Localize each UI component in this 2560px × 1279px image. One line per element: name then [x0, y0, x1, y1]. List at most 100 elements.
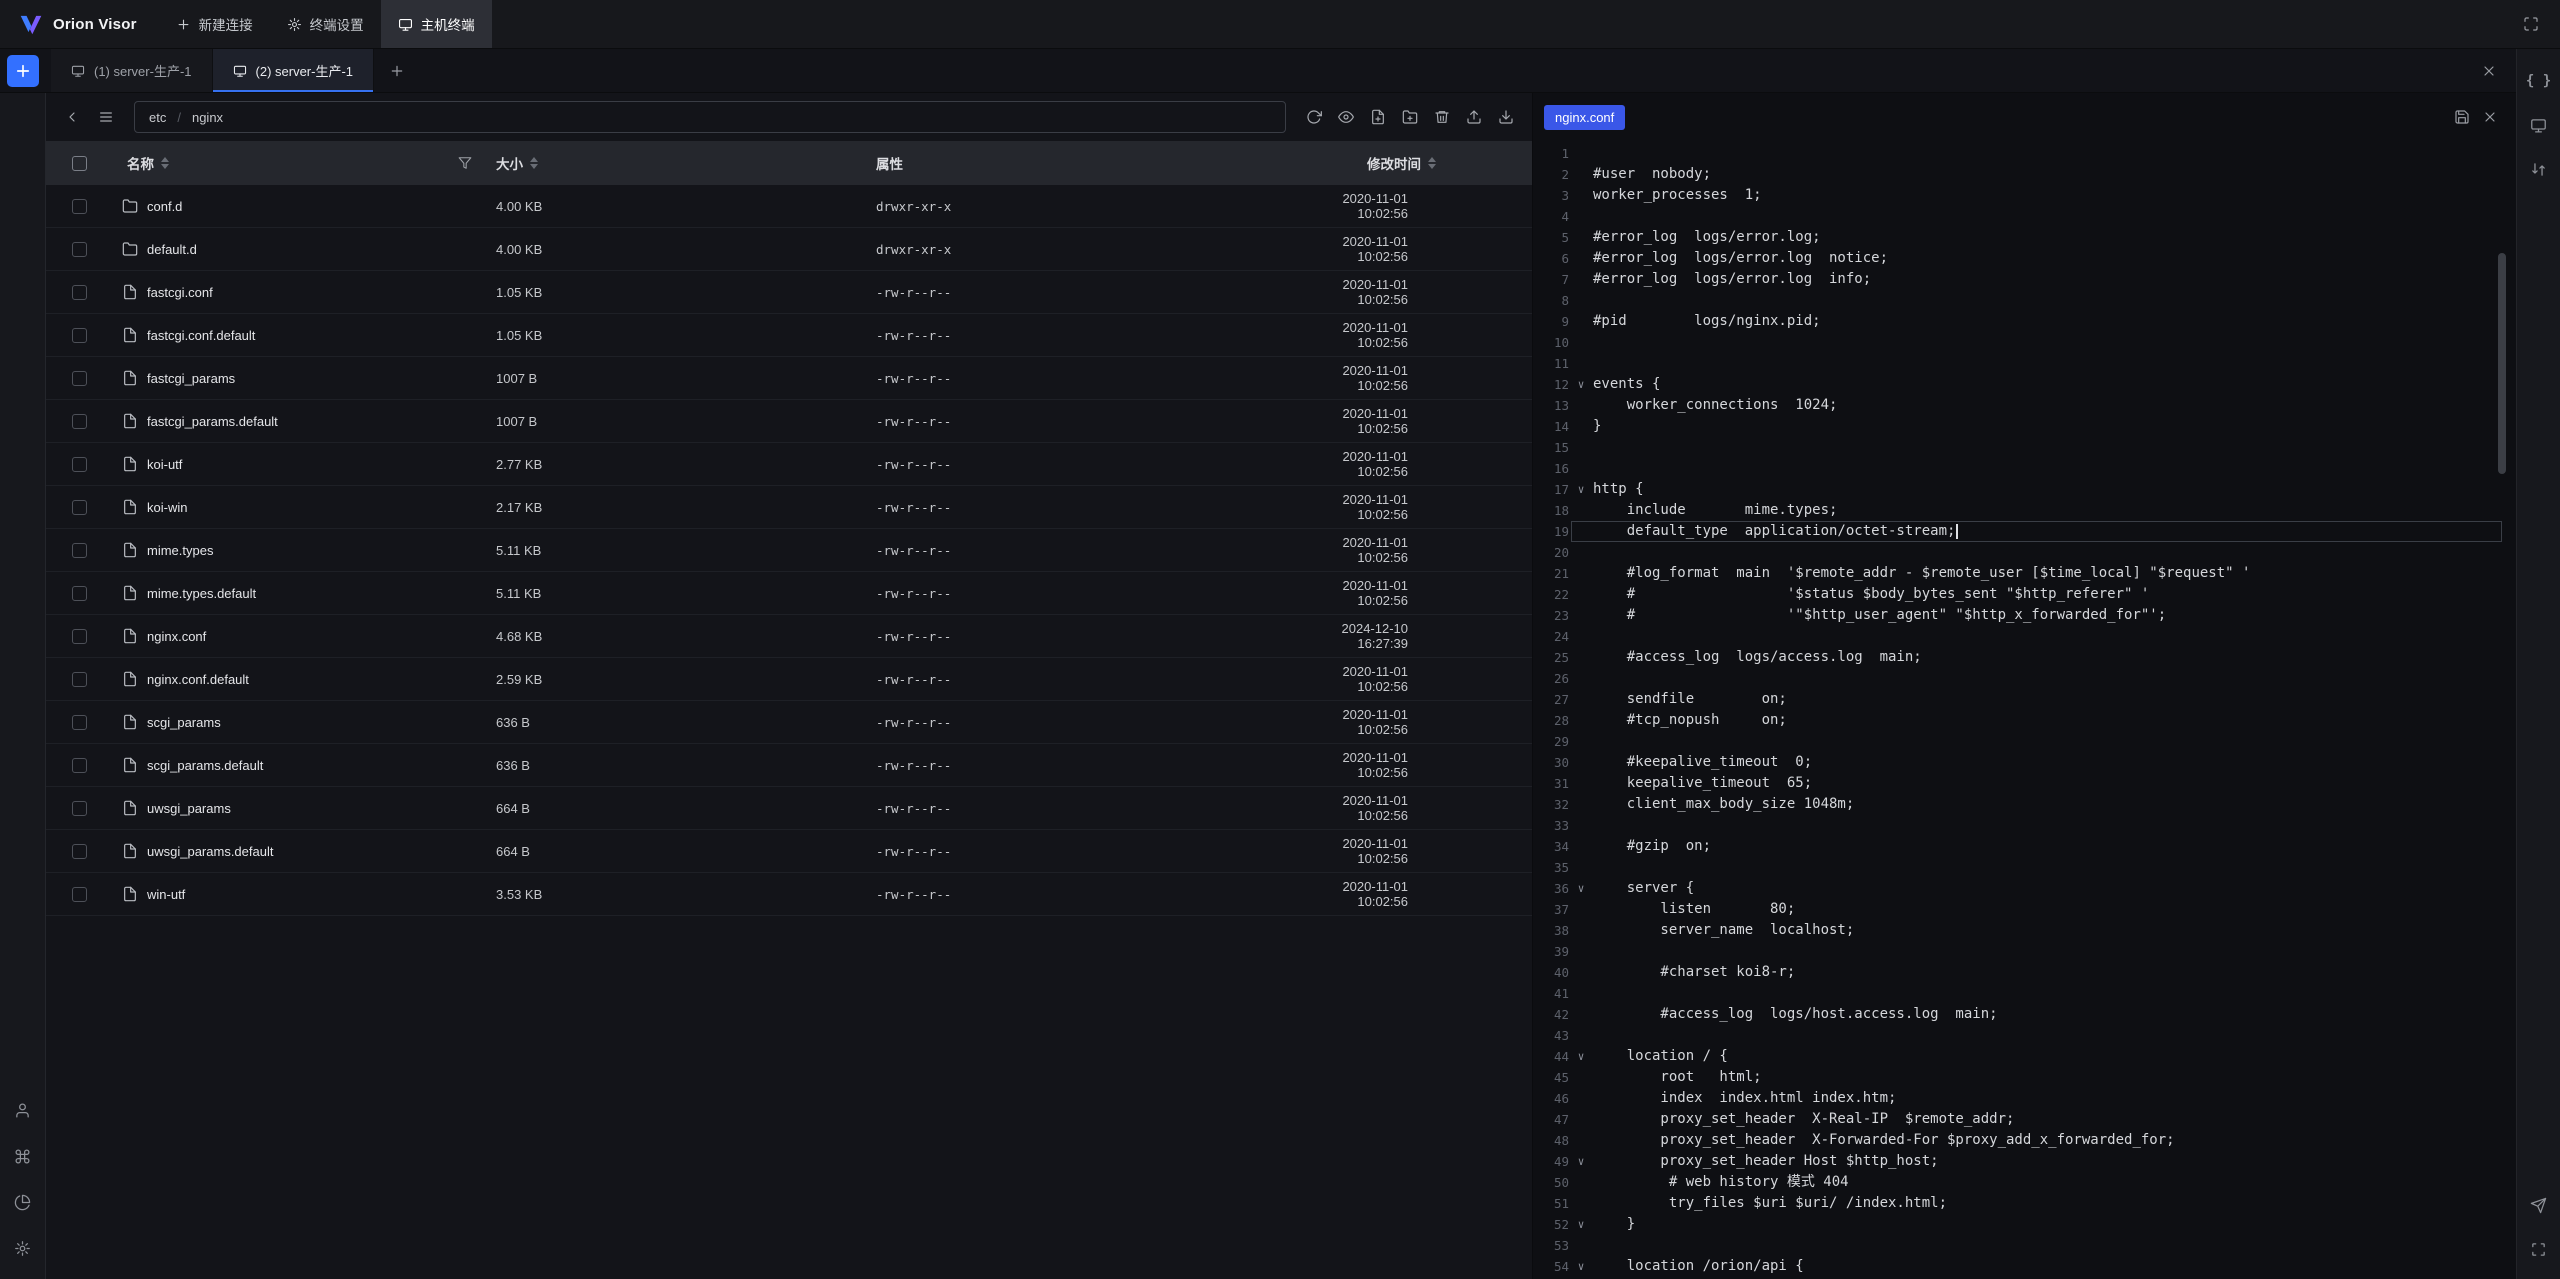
code-line[interactable]: 19 default_type application/octet-stream…	[1533, 521, 2516, 542]
code-line[interactable]: 40 #charset koi8-r;	[1533, 962, 2516, 983]
breadcrumb-item-nginx[interactable]: nginx	[192, 110, 223, 125]
code-line[interactable]: 12∨events {	[1533, 374, 2516, 395]
tab-server-1[interactable]: (1) server-生产-1	[51, 49, 213, 92]
new-connection-tile-button[interactable]	[7, 55, 39, 87]
file-name[interactable]: koi-win	[147, 500, 187, 515]
row-checkbox[interactable]	[72, 285, 87, 300]
fold-chevron-icon[interactable]: ∨	[1569, 1214, 1593, 1235]
file-name[interactable]: uwsgi_params.default	[147, 844, 273, 859]
row-checkbox[interactable]	[72, 801, 87, 816]
menu-item-host-terminal[interactable]: 主机终端	[381, 0, 492, 48]
table-row[interactable]: uwsgi_params.default 664 B -rw-r--r-- 20…	[46, 830, 1532, 873]
editor-scrollbar[interactable]	[2498, 253, 2506, 474]
sort-name-icon[interactable]	[161, 157, 169, 169]
code-line[interactable]: 25 #access_log logs/access.log main;	[1533, 647, 2516, 668]
fold-chevron-icon[interactable]: ∨	[1569, 374, 1593, 395]
row-checkbox[interactable]	[72, 672, 87, 687]
code-line[interactable]: 4	[1533, 206, 2516, 227]
code-line[interactable]: 24	[1533, 626, 2516, 647]
code-line[interactable]: 50 # web history 模式 404	[1533, 1172, 2516, 1193]
code-line[interactable]: 8	[1533, 290, 2516, 311]
tab-server-2[interactable]: (2) server-生产-1	[213, 49, 375, 92]
row-checkbox[interactable]	[72, 500, 87, 515]
file-name[interactable]: conf.d	[147, 199, 182, 214]
code-line[interactable]: 51 try_files $uri $uri/ /index.html;	[1533, 1193, 2516, 1214]
code-line[interactable]: 14}	[1533, 416, 2516, 437]
table-row[interactable]: mime.types.default 5.11 KB -rw-r--r-- 20…	[46, 572, 1532, 615]
file-name[interactable]: win-utf	[147, 887, 185, 902]
code-line[interactable]: 11	[1533, 353, 2516, 374]
file-name[interactable]: scgi_params	[147, 715, 221, 730]
add-tab-button[interactable]	[382, 56, 412, 86]
code-line[interactable]: 21 #log_format main '$remote_addr - $rem…	[1533, 563, 2516, 584]
row-checkbox[interactable]	[72, 328, 87, 343]
table-row[interactable]: win-utf 3.53 KB -rw-r--r-- 2020-11-01 10…	[46, 873, 1532, 916]
row-checkbox[interactable]	[72, 715, 87, 730]
save-button[interactable]	[2448, 103, 2476, 131]
code-line[interactable]: 41	[1533, 983, 2516, 1004]
file-name[interactable]: nginx.conf	[147, 629, 206, 644]
fold-chevron-icon[interactable]: ∨	[1569, 1151, 1593, 1172]
code-line[interactable]: 9#pid logs/nginx.pid;	[1533, 311, 2516, 332]
code-line[interactable]: 17∨http {	[1533, 479, 2516, 500]
code-line[interactable]: 52∨ }	[1533, 1214, 2516, 1235]
code-line[interactable]: 5#error_log logs/error.log;	[1533, 227, 2516, 248]
code-line[interactable]: 47 proxy_set_header X-Real-IP $remote_ad…	[1533, 1109, 2516, 1130]
table-row[interactable]: scgi_params 636 B -rw-r--r-- 2020-11-01 …	[46, 701, 1532, 744]
table-row[interactable]: default.d 4.00 KB drwxr-xr-x 2020-11-01 …	[46, 228, 1532, 271]
user-info-button[interactable]	[0, 1087, 46, 1133]
file-name[interactable]: fastcgi.conf.default	[147, 328, 255, 343]
table-row[interactable]: fastcgi.conf 1.05 KB -rw-r--r-- 2020-11-…	[46, 271, 1532, 314]
row-checkbox[interactable]	[72, 414, 87, 429]
table-row[interactable]: fastcgi_params 1007 B -rw-r--r-- 2020-11…	[46, 357, 1532, 400]
fold-chevron-icon[interactable]: ∨	[1569, 1256, 1593, 1277]
sort-size-icon[interactable]	[530, 157, 538, 169]
file-name[interactable]: nginx.conf.default	[147, 672, 249, 687]
code-line[interactable]: 26	[1533, 668, 2516, 689]
row-checkbox[interactable]	[72, 457, 87, 472]
upload-button[interactable]	[1460, 103, 1488, 131]
code-line[interactable]: 37 listen 80;	[1533, 899, 2516, 920]
code-line[interactable]: 22 # '$status $body_bytes_sent "$http_re…	[1533, 584, 2516, 605]
show-hidden-button[interactable]	[1332, 103, 1360, 131]
code-line[interactable]: 27 sendfile on;	[1533, 689, 2516, 710]
fold-chevron-icon[interactable]: ∨	[1569, 479, 1593, 500]
row-checkbox[interactable]	[72, 543, 87, 558]
file-name[interactable]: fastcgi_params.default	[147, 414, 278, 429]
code-line[interactable]: 31 keepalive_timeout 65;	[1533, 773, 2516, 794]
filter-icon[interactable]	[458, 156, 472, 170]
row-checkbox[interactable]	[72, 629, 87, 644]
table-row[interactable]: uwsgi_params 664 B -rw-r--r-- 2020-11-01…	[46, 787, 1532, 830]
table-row[interactable]: koi-utf 2.77 KB -rw-r--r-- 2020-11-01 10…	[46, 443, 1532, 486]
code-line[interactable]: 20	[1533, 542, 2516, 563]
table-row[interactable]: conf.d 4.00 KB drwxr-xr-x 2020-11-01 10:…	[46, 185, 1532, 228]
code-line[interactable]: 1	[1533, 143, 2516, 164]
table-row[interactable]: fastcgi.conf.default 1.05 KB -rw-r--r-- …	[46, 314, 1532, 357]
fold-chevron-icon[interactable]: ∨	[1569, 1046, 1593, 1067]
delete-button[interactable]	[1428, 103, 1456, 131]
new-folder-button[interactable]	[1396, 103, 1424, 131]
row-checkbox[interactable]	[72, 887, 87, 902]
select-all-checkbox[interactable]	[72, 156, 87, 171]
code-line[interactable]: 49∨ proxy_set_header Host $http_host;	[1533, 1151, 2516, 1172]
code-line[interactable]: 36∨ server {	[1533, 878, 2516, 899]
code-line[interactable]: 43	[1533, 1025, 2516, 1046]
row-checkbox[interactable]	[72, 199, 87, 214]
code-line[interactable]: 35	[1533, 857, 2516, 878]
menu-item-new-connection[interactable]: 新建连接	[159, 0, 270, 48]
code-line[interactable]: 3worker_processes 1;	[1533, 185, 2516, 206]
table-row[interactable]: koi-win 2.17 KB -rw-r--r-- 2020-11-01 10…	[46, 486, 1532, 529]
code-line[interactable]: 38 server_name localhost;	[1533, 920, 2516, 941]
send-command-button[interactable]	[2517, 1183, 2560, 1227]
table-row[interactable]: scgi_params.default 636 B -rw-r--r-- 202…	[46, 744, 1532, 787]
refresh-button[interactable]	[1300, 103, 1328, 131]
close-panel-button[interactable]	[2474, 56, 2504, 86]
code-line[interactable]: 53	[1533, 1235, 2516, 1256]
table-row[interactable]: mime.types 5.11 KB -rw-r--r-- 2020-11-01…	[46, 529, 1532, 572]
code-line[interactable]: 6#error_log logs/error.log notice;	[1533, 248, 2516, 269]
file-name[interactable]: uwsgi_params	[147, 801, 231, 816]
file-name[interactable]: koi-utf	[147, 457, 182, 472]
file-name[interactable]: mime.types.default	[147, 586, 256, 601]
back-button[interactable]	[58, 103, 86, 131]
code-line[interactable]: 42 #access_log logs/host.access.log main…	[1533, 1004, 2516, 1025]
